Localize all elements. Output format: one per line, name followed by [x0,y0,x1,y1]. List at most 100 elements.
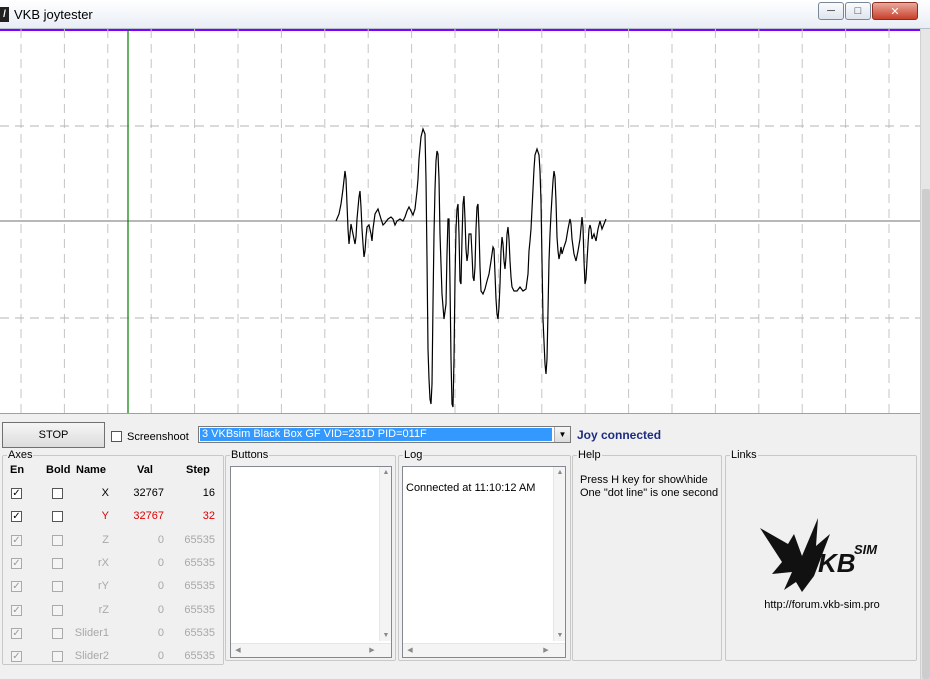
scroll-up-arrow-icon[interactable]: ▲ [380,469,392,476]
axis-step: 32 [202,510,215,523]
axis-row: ✓ X 32767 16 [3,487,225,501]
minimize-button[interactable]: ─ [818,2,844,20]
title-bar: / VKB joytester ─ □ ✕ [0,0,930,29]
axis-name: rY [98,580,109,593]
axes-legend: Axes [7,449,34,461]
scroll-left-arrow-icon[interactable]: ◀ [232,646,244,654]
maximize-button[interactable]: □ [845,2,871,20]
scroll-left-arrow-icon[interactable]: ◀ [404,646,416,654]
control-panel: STOP Screenshoot 3 VKBsim Black Box GF V… [0,413,920,679]
buttons-vertical-scrollbar[interactable]: ▲ ▼ [379,467,391,641]
axis-bold-checkbox[interactable] [52,651,63,663]
axis-bold-checkbox[interactable] [52,488,63,499]
signal-plot [0,29,920,413]
axis-bold-checkbox[interactable] [52,581,63,593]
header-bold: Bold [46,464,71,476]
axis-step: 65535 [184,533,215,546]
axis-name: rX [98,556,109,569]
dropdown-arrow-icon[interactable]: ▼ [554,427,570,442]
buttons-horizontal-scrollbar[interactable]: ◀ ▶ [231,643,391,657]
help-group: Help Press H key for show\hide One "dot … [572,449,722,661]
axis-name: Slider1 [74,626,109,639]
scrollbar-thumb[interactable] [922,189,930,679]
log-list[interactable]: Connected at 11:10:12 AM ▲ ▼ ◀ ▶ [402,466,566,658]
axis-step: 65535 [184,650,215,663]
axis-step: 65535 [184,556,215,569]
window-title: VKB joytester [14,7,93,22]
axis-name: Slider2 [74,650,109,663]
log-vertical-scrollbar[interactable]: ▲ ▼ [553,467,565,641]
screenshot-label: Screenshoot [127,431,189,443]
axis-value: 32767 [133,487,164,499]
horizontal-grid [0,125,920,319]
axis-value: 0 [157,556,164,569]
header-step: Step [186,464,210,476]
axis-row: ✓ rY 0 65535 [3,580,225,594]
axis-bold-checkbox[interactable] [52,511,63,523]
signal-trace [335,127,607,408]
log-legend: Log [403,449,424,461]
axis-enable-checkbox[interactable]: ✓ [11,604,22,616]
axis-enable-checkbox[interactable]: ✓ [11,651,22,663]
window-scrollbar[interactable] [920,29,930,679]
help-line: Press H key for show\hide [580,474,708,486]
buttons-legend: Buttons [230,449,270,461]
forum-link[interactable]: http://forum.vkb-sim.pro [726,599,918,611]
header-en: En [10,464,25,476]
vkb-icon: / [0,7,9,22]
axis-row: ✓ Slider2 0 65535 [3,650,225,664]
axis-row: ✓ rZ 0 65535 [3,604,225,618]
scroll-right-arrow-icon[interactable]: ▶ [540,646,552,654]
axis-enable-checkbox[interactable]: ✓ [11,488,22,499]
connection-status: Joy connected [577,428,662,442]
help-text: Press H key for show\hide One "dot line"… [580,474,718,500]
axis-enable-checkbox[interactable]: ✓ [11,511,22,523]
minimize-icon: ─ [827,5,835,17]
axes-group: Axes En Bold Name Val Step ✓ X 32767 16 ✓ Y 32… [2,449,225,665]
stop-button[interactable]: STOP [2,422,105,448]
axis-value: 0 [157,603,164,616]
axis-enable-checkbox[interactable]: ✓ [11,581,22,593]
scroll-down-arrow-icon[interactable]: ▼ [554,632,566,639]
close-button[interactable]: ✕ [872,2,918,20]
axis-enable-checkbox[interactable]: ✓ [11,534,22,546]
axis-name: Y [101,510,109,523]
axis-row: ✓ Slider1 0 65535 [3,627,225,641]
scroll-down-arrow-icon[interactable]: ▼ [380,632,392,639]
axis-value: 32767 [133,510,164,523]
links-group: Links KB SIM http://forum.vkb-sim.pro [725,449,918,661]
axis-value: 0 [157,580,164,593]
axis-name: rZ [98,603,109,616]
log-entry: Connected at 11:10:12 AM [406,482,536,494]
buttons-list[interactable]: ▲ ▼ ◀ ▶ [230,466,392,658]
axis-bold-checkbox[interactable] [52,557,63,569]
axis-step: 65535 [184,580,215,593]
device-select-value: 3 VKBsim Black Box GF VID=231D PID=011F [200,428,552,441]
axis-enable-checkbox[interactable]: ✓ [11,557,22,569]
help-line: One "dot line" is one second [580,487,719,499]
axis-name: Z [102,533,109,546]
scroll-up-arrow-icon[interactable]: ▲ [554,469,566,476]
axis-bold-checkbox[interactable] [52,627,63,639]
plot-canvas [0,29,920,413]
log-group: Log Connected at 11:10:12 AM ▲ ▼ ◀ ▶ [398,449,571,661]
scroll-right-arrow-icon[interactable]: ▶ [366,646,378,654]
axis-row: ✓ Y 32767 32 [3,510,225,524]
axis-value: 0 [157,650,164,663]
axis-value: 0 [157,533,164,546]
device-select[interactable]: 3 VKBsim Black Box GF VID=231D PID=011F … [198,426,571,443]
axis-value: 0 [157,626,164,639]
axis-bold-checkbox[interactable] [52,534,63,546]
help-legend: Help [577,449,602,461]
axis-bold-checkbox[interactable] [52,604,63,616]
svg-text:SIM: SIM [854,542,878,557]
maximize-icon: □ [854,5,862,17]
buttons-group: Buttons ▲ ▼ ◀ ▶ [225,449,396,661]
svg-text:KB: KB [818,548,856,578]
axis-enable-checkbox[interactable]: ✓ [11,627,22,639]
log-horizontal-scrollbar[interactable]: ◀ ▶ [403,643,565,657]
axis-step: 65535 [184,626,215,639]
links-legend: Links [730,449,758,461]
screenshot-checkbox[interactable] [111,431,122,442]
axis-step: 16 [202,487,215,499]
